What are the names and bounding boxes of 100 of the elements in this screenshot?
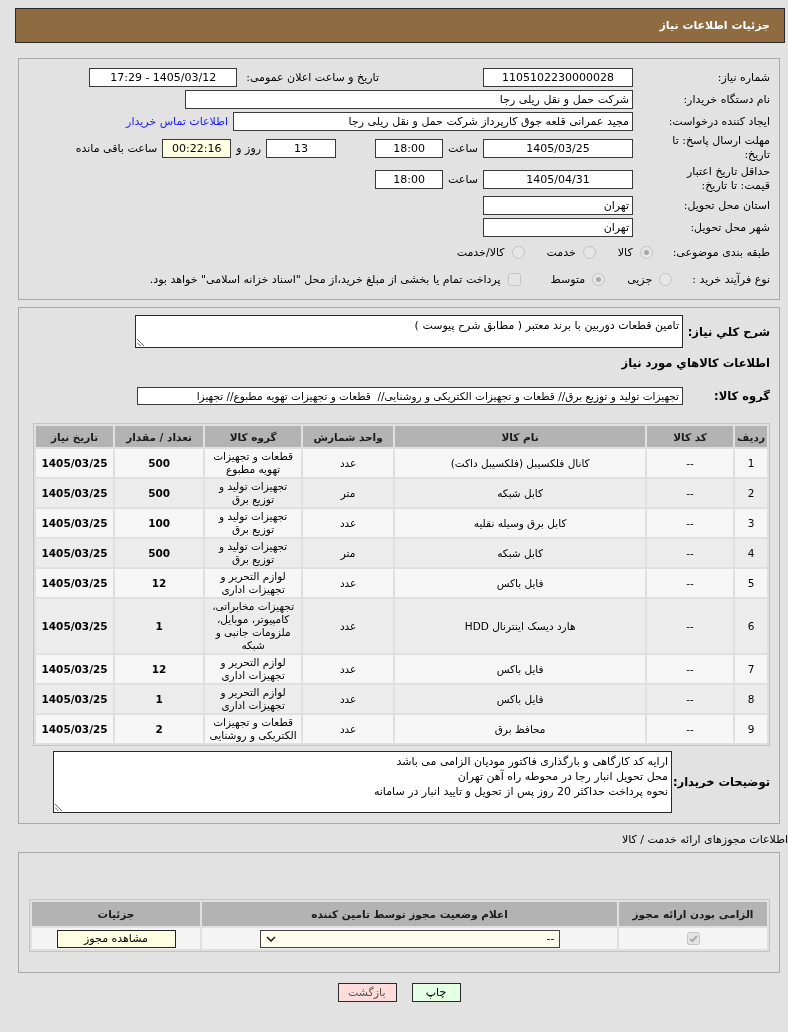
- days-label: روز و: [236, 141, 262, 155]
- column-header: کد کالا: [647, 426, 734, 447]
- item-name-cell: کابل شبکه: [395, 479, 646, 507]
- item-code-cell: --: [647, 509, 734, 537]
- time-label: ساعت: [448, 141, 478, 155]
- item-name-cell: کابل شبکه: [395, 539, 646, 567]
- status-select[interactable]: --: [259, 929, 560, 948]
- item-code-cell: --: [647, 685, 734, 713]
- buyer-contact-link[interactable]: اطلاعات تماس خریدار: [126, 115, 228, 128]
- field-label: شهر محل تحویل:: [689, 220, 770, 235]
- field-label: نام دستگاه خریدار:: [682, 92, 770, 107]
- item-group-cell: لوازم التحریر و تجهیزات اداری: [205, 655, 302, 683]
- quantity-cell: 1: [115, 599, 204, 653]
- city-field[interactable]: تهران: [483, 218, 633, 237]
- description-field[interactable]: تامین قطعات دوربین با برند معتبر ( مطابق شرح پیوست ): [135, 315, 683, 348]
- quantity-cell: 12: [115, 569, 204, 597]
- deadline-time-field[interactable]: 18:00: [375, 138, 444, 158]
- option-label: خدمت: [546, 245, 576, 259]
- item-code-cell: --: [647, 655, 734, 683]
- need-date-cell: 1405/03/25: [36, 715, 114, 743]
- field-label: ایجاد کننده درخواست:: [667, 114, 770, 129]
- quantity-cell: 500: [115, 449, 204, 477]
- row-number-cell: 7: [735, 655, 767, 683]
- field-label: مهلت ارسال پاسخ: تا تاریخ:: [671, 134, 770, 162]
- item-code-cell: --: [647, 479, 734, 507]
- need-date-cell: 1405/03/25: [36, 539, 114, 567]
- time-left-field[interactable]: 00:22:16: [162, 138, 232, 158]
- quantity-cell: 12: [115, 655, 204, 683]
- page-title: جزئیات اطلاعات نیاز: [659, 19, 770, 32]
- unit-cell: عدد: [303, 715, 394, 743]
- need-date-cell: 1405/03/25: [36, 479, 114, 507]
- caret-icon: [265, 935, 276, 942]
- item-name-cell: فایل باکس: [395, 655, 646, 683]
- item-name-cell: هارد دیسک اینترنال HDD: [395, 599, 646, 653]
- field-label: گروه کالا:: [713, 389, 770, 403]
- column-header: جزئیات: [32, 902, 200, 926]
- option-label: کالا: [617, 245, 633, 259]
- item-group-cell: تجهیزات تولید و توزیع برق: [205, 509, 302, 537]
- print-button[interactable]: چاپ: [411, 983, 461, 1002]
- unit-cell: عدد: [303, 509, 394, 537]
- row-number-cell: 8: [735, 685, 767, 713]
- row-number-cell: 4: [735, 539, 767, 567]
- unit-cell: عدد: [303, 569, 394, 597]
- province-field[interactable]: تهران: [483, 196, 633, 215]
- row-number-cell: 9: [735, 715, 767, 743]
- unit-cell: عدد: [303, 685, 394, 713]
- need-date-cell: 1405/03/25: [36, 655, 114, 683]
- field-label: شرح کلي نياز:: [686, 324, 770, 339]
- announce-date-field[interactable]: 1405/03/12 - 17:29: [89, 68, 238, 87]
- column-header: واحد شمارش: [303, 426, 394, 447]
- item-group-cell: تجهیزات تولید و توزیع برق: [205, 539, 302, 567]
- need-date-cell: 1405/03/25: [36, 449, 114, 477]
- back-button[interactable]: بازگشت: [337, 983, 397, 1002]
- requester-field[interactable]: مجید عمرانی قلعه جوق کارپرداز شرکت حمل و نقل ریلی رجا: [233, 112, 633, 131]
- row-number-cell: 5: [735, 569, 767, 597]
- unit-cell: عدد: [303, 449, 394, 477]
- unit-cell: متر: [303, 479, 394, 507]
- column-header: الزامی بودن ارائه مجوز: [619, 902, 767, 926]
- field-label: تاریخ و ساعت اعلان عمومی:: [246, 71, 379, 84]
- field-label: استان محل تحویل:: [682, 198, 770, 213]
- row-number-cell: 3: [735, 509, 767, 537]
- section-heading: اطلاعات مجوزهای ارائه خدمت / کالا: [620, 833, 788, 847]
- item-group-field[interactable]: تجهیزات تولید و توزیع برق// قطعات و تجهیزات الکتریکی و روشنایی// قطعات و تجهیزات تهویه مطبوع// تجهیزا: [137, 387, 683, 405]
- validity-date-field[interactable]: 1405/04/31: [483, 169, 633, 189]
- row-number-cell: 1: [735, 449, 767, 477]
- item-group-cell: تجهیزات تولید و توزیع برق: [205, 479, 302, 507]
- row-number-cell: 2: [735, 479, 767, 507]
- buyer-org-field[interactable]: شرکت حمل و نقل ریلی رجا: [185, 90, 633, 109]
- validity-time-field[interactable]: 18:00: [375, 169, 444, 189]
- item-code-cell: --: [647, 599, 734, 653]
- need-number-field[interactable]: 1105102230000028: [483, 68, 633, 87]
- resize-grip-icon[interactable]: [137, 338, 145, 346]
- deadline-date-field[interactable]: 1405/03/25: [483, 138, 633, 158]
- quantity-cell: 100: [115, 509, 204, 537]
- view-license-button[interactable]: مشاهده مجوز: [56, 929, 176, 948]
- column-header: تعداد / مقدار: [115, 426, 204, 447]
- column-header: تاریخ نیاز: [36, 426, 114, 447]
- item-group-cell: تجهیزات مخابراتی، کامپیوتر، موبایل، ملزومات جانبی و شبکه: [205, 599, 302, 653]
- item-name-cell: محافظ برق: [395, 715, 646, 743]
- quantity-cell: 500: [115, 479, 204, 507]
- option-label: پرداخت تمام یا بخشی از مبلغ خرید،از محل "اسناد خزانه اسلامی" خواهد بود.: [149, 272, 501, 286]
- field-label: توضیحات خریدار:: [672, 775, 770, 789]
- buyer-notes-field[interactable]: ارایه کد کارگاهی و بارگذاری فاکتور مودیان الزامی می باشد محل تحویل انبار رجا در محوطه راه آهن تهران نحوه پرداخت حداکثر 20 روز پس از تحویل و تایید انبار در سامانه: [53, 751, 672, 813]
- resize-grip-icon[interactable]: [55, 803, 63, 811]
- column-header: نام کالا: [395, 426, 646, 447]
- item-name-cell: فایل باکس: [395, 685, 646, 713]
- item-code-cell: --: [647, 449, 734, 477]
- item-name-cell: کانال فلکسیبل (فلکسیبل داکت): [395, 449, 646, 477]
- item-code-cell: --: [647, 715, 734, 743]
- unit-cell: عدد: [303, 599, 394, 653]
- days-left-field[interactable]: 13: [266, 138, 337, 158]
- unit-cell: متر: [303, 539, 394, 567]
- item-group-cell: لوازم التحریر و تجهیزات اداری: [205, 569, 302, 597]
- quantity-cell: 1: [115, 685, 204, 713]
- field-label: نوع فرآیند خرید :: [692, 272, 770, 286]
- need-date-cell: 1405/03/25: [36, 509, 114, 537]
- item-name-cell: کابل برق وسیله نقلیه: [395, 509, 646, 537]
- quantity-cell: 500: [115, 539, 204, 567]
- section-heading: اطلاعات کالاهاي مورد نياز: [620, 355, 770, 371]
- unit-cell: عدد: [303, 655, 394, 683]
